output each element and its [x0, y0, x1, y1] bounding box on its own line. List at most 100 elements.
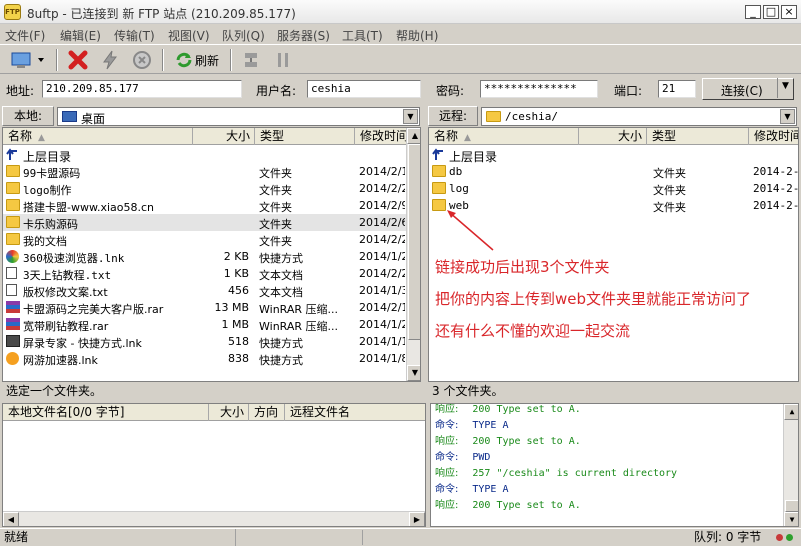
queue-col-remote[interactable]: 远程文件名 [285, 404, 425, 421]
chevron-down-icon[interactable]: ▼ [780, 109, 795, 124]
file-name: 99卡盟源码 [23, 167, 81, 180]
text-file-icon [6, 267, 17, 279]
connect-button[interactable]: 连接(C) ▼ [702, 78, 794, 100]
local-file-row[interactable]: 网游加速器.lnk 838 快捷方式 2014/1/8 [3, 350, 406, 367]
local-path: 桌面 [81, 112, 106, 126]
local-file-row[interactable]: 360极速浏览器.lnk 2 KB 快捷方式 2014/1/2 [3, 248, 406, 265]
remote-label: 远程: [428, 106, 478, 126]
local-scrollbar[interactable]: ▲ ▼ [406, 128, 420, 381]
log-kind: 响应: [435, 436, 459, 447]
desktop-icon [62, 111, 77, 122]
folder-icon [6, 182, 20, 194]
port-label: 端口: [614, 84, 643, 98]
log-panel: 响应: 200 Type set to A. 命令: TYPE A 响应: 200 Typ… [430, 403, 799, 527]
menu-view[interactable]: 视图(V) [168, 27, 210, 44]
status-bar: 就绪 队列: 0 字节 [0, 528, 801, 546]
toolbar-separator [56, 49, 58, 71]
refresh-button[interactable]: 刷新 [170, 48, 224, 72]
local-up-dir[interactable]: 上层目录 [3, 146, 406, 164]
username-field[interactable]: ceshia [307, 80, 421, 98]
local-file-row[interactable]: 卡盟源码之完美大客户版.rar 13 MB WinRAR 压缩... 2014/2/1 [3, 299, 406, 316]
local-file-list: 名称 ▲ 大小 类型 修改时间 上层目录 99卡盟源码 文件夹 2014/2/1 log… [2, 127, 421, 382]
remote-path: /ceshia/ [505, 110, 558, 123]
scroll-down-icon[interactable]: ▼ [784, 512, 798, 526]
menu-tools[interactable]: 工具(T) [342, 27, 383, 44]
local-file-row[interactable]: logo制作 文件夹 2014/2/2 [3, 180, 406, 197]
log-message: 200 Type set to A. [472, 436, 581, 447]
port-field[interactable]: 21 [658, 80, 696, 98]
local-file-row[interactable]: 屏录专家 - 快捷方式.lnk 518 快捷方式 2014/1/1 [3, 333, 406, 350]
local-file-row[interactable]: 99卡盟源码 文件夹 2014/2/1 [3, 163, 406, 180]
quick-connect-button[interactable] [96, 48, 124, 72]
file-type: 快捷方式 [259, 354, 303, 367]
log-scrollbar[interactable]: ▲ ▼ [783, 404, 798, 526]
toolbar-separator [162, 49, 164, 71]
scroll-thumb[interactable] [408, 144, 420, 340]
file-type: 文件夹 [259, 184, 292, 197]
close-button[interactable]: × [781, 5, 797, 19]
menu-file[interactable]: 文件(F) [5, 27, 45, 44]
status-light-green-icon [786, 534, 793, 541]
scroll-left-icon[interactable]: ◀ [3, 512, 19, 526]
file-name: 我的文档 [23, 235, 67, 248]
menu-edit[interactable]: 编辑(E) [60, 27, 101, 44]
chevron-down-icon[interactable]: ▼ [403, 109, 418, 124]
folder-icon [6, 165, 20, 177]
file-date: 2014/2/1 [359, 301, 405, 314]
menu-help[interactable]: 帮助(H) [396, 27, 438, 44]
local-file-row[interactable]: 3天上钻教程.txt 1 KB 文本文档 2014/2/2 [3, 265, 406, 282]
site-manager-button[interactable] [6, 48, 50, 72]
stop-button[interactable] [128, 48, 156, 72]
local-file-row[interactable]: 卡乐购源码 文件夹 2014/2/6 [3, 214, 406, 231]
pause-button[interactable] [270, 48, 296, 72]
remote-status: 3 个文件夹。 [432, 384, 504, 398]
folder-icon [6, 233, 20, 245]
connect-dropdown-icon[interactable]: ▼ [782, 81, 789, 91]
scroll-thumb[interactable] [785, 500, 798, 512]
file-type: 文本文档 [259, 286, 303, 299]
queue-col-size[interactable]: 大小 [209, 404, 249, 421]
stop-icon [133, 51, 151, 69]
local-col-size[interactable]: 大小 [193, 128, 255, 145]
file-size: 2 KB [223, 250, 249, 263]
status-text: 就绪 [0, 529, 236, 546]
scroll-up-icon[interactable]: ▲ [407, 128, 420, 144]
file-size: 1 MB [221, 318, 249, 331]
menu-bar: 文件(F) 编辑(E) 传输(T) 视图(V) 队列(Q) 服务器(S) 工具(… [0, 24, 801, 44]
local-path-dropdown[interactable]: 桌面 ▼ [57, 107, 420, 126]
menu-server[interactable]: 服务器(S) [277, 27, 330, 44]
local-file-row[interactable]: 版权修改文案.txt 456 文本文档 2014/1/3 [3, 282, 406, 299]
log-lines: 响应: 200 Type set to A. 命令: TYPE A 响应: 200 Typ… [431, 404, 781, 526]
disconnect-button[interactable] [64, 48, 92, 72]
log-line: 响应: 257 "/ceshia" is current directory [435, 464, 677, 479]
queue-col-direction[interactable]: 方向 [249, 404, 285, 421]
scroll-right-icon[interactable]: ▶ [409, 512, 425, 526]
queue-hscrollbar[interactable]: ◀ ▶ [3, 511, 425, 526]
local-file-row[interactable]: 我的文档 文件夹 2014/2/2 [3, 231, 406, 248]
password-field[interactable]: ************** [480, 80, 598, 98]
local-col-type[interactable]: 类型 [255, 128, 355, 145]
scroll-up-icon[interactable]: ▲ [784, 404, 798, 420]
scroll-down-icon[interactable]: ▼ [407, 365, 420, 381]
log-message: 257 "/ceshia" is current directory [472, 468, 678, 479]
transfer-button[interactable] [238, 48, 264, 72]
log-line: 响应: 200 Type set to A. [435, 404, 581, 415]
screen-recorder-icon [6, 335, 20, 347]
local-file-row[interactable]: 搭建卡盟-www.xiao58.cn 文件夹 2014/2/9 [3, 197, 406, 214]
menu-queue[interactable]: 队列(Q) [222, 27, 265, 44]
remote-path-dropdown[interactable]: /ceshia/ ▼ [481, 107, 797, 126]
file-size: 1 KB [223, 267, 249, 280]
file-type: 文本文档 [259, 269, 303, 282]
queue-col-local[interactable]: 本地文件名[0/0 字节] [3, 404, 209, 421]
transfer-icon [245, 53, 257, 67]
ftp-app-icon: FTP [4, 4, 21, 20]
address-field[interactable]: 210.209.85.177 [42, 80, 242, 98]
folder-icon [6, 199, 20, 211]
file-name: 360极速浏览器.lnk [23, 252, 125, 265]
maximize-button[interactable]: □ [763, 5, 779, 19]
local-file-row[interactable]: 宽带刷钻教程.rar 1 MB WinRAR 压缩... 2014/1/2 [3, 316, 406, 333]
file-type: WinRAR 压缩... [259, 303, 339, 316]
minimize-button[interactable]: _ [745, 5, 761, 19]
local-col-name[interactable]: 名称 ▲ [3, 128, 193, 145]
menu-transfer[interactable]: 传输(T) [114, 27, 155, 44]
